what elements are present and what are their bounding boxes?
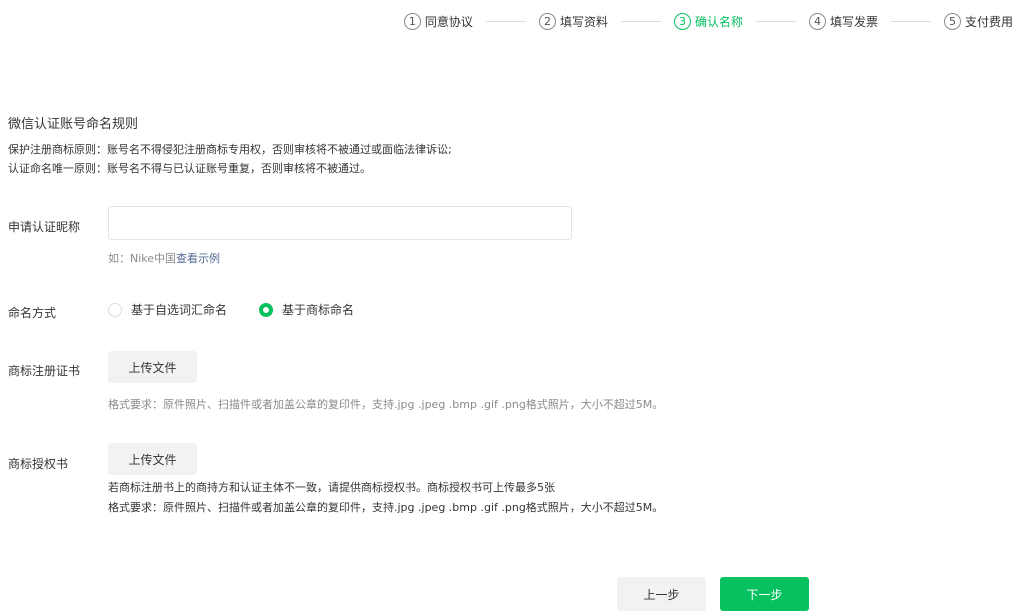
radio-unchecked-icon[interactable] (108, 302, 122, 317)
radio-custom-vocabulary[interactable]: 基于自选词汇命名 (108, 301, 227, 318)
step-divider (890, 21, 931, 22)
step-5: 5 支付费用 (943, 13, 1013, 30)
radio-trademark[interactable]: 基于商标命名 (259, 301, 354, 318)
nickname-input[interactable] (108, 206, 572, 240)
step-1-number: 1 (403, 13, 421, 30)
trademark-auth-note: 若商标注册书上的商持方和认证主体不一致，请提供商标授权书。商标授权书可上传最多5… (108, 481, 555, 494)
step-divider (755, 21, 796, 22)
trademark-cert-label: 商标注册证书 (8, 364, 81, 378)
view-example-link[interactable]: 查看示例 (176, 252, 220, 265)
step-4: 4 填写发票 (808, 13, 878, 30)
next-step-button[interactable]: 下一步 (720, 577, 809, 611)
step-3-current: 3 确认名称 (673, 13, 743, 30)
trademark-auth-format-hint: 格式要求：原件照片、扫描件或者加盖公章的复印件，支持.jpg .jpeg .bm… (108, 501, 664, 514)
step-5-label: 支付费用 (964, 15, 1013, 29)
step-1-label: 同意协议 (424, 15, 473, 29)
page: 1 同意协议 2 填写资料 3 确认名称 4 填写发票 5 支付费用 微信认证账… (0, 0, 1017, 616)
trademark-auth-upload-button[interactable]: 上传文件 (108, 443, 197, 475)
radio-custom-vocabulary-label: 基于自选词汇命名 (131, 303, 228, 317)
step-4-number: 4 (808, 13, 826, 30)
trademark-cert-upload-button[interactable]: 上传文件 (108, 351, 197, 383)
trademark-cert-format-hint: 格式要求：原件照片、扫描件或者加盖公章的复印件，支持.jpg .jpeg .bm… (108, 398, 664, 411)
step-2-label: 填写资料 (559, 15, 608, 29)
step-2: 2 填写资料 (538, 13, 608, 30)
step-3-label: 确认名称 (694, 15, 743, 29)
naming-rules-title: 微信认证账号命名规则 (8, 117, 139, 132)
step-divider (485, 21, 526, 22)
nickname-hint: 如：Nike中国查看示例 (108, 250, 220, 266)
nickname-label: 申请认证昵称 (8, 220, 81, 234)
step-4-label: 填写发票 (829, 15, 878, 29)
step-2-number: 2 (538, 13, 556, 30)
step-3-number: 3 (673, 13, 691, 30)
naming-method-label: 命名方式 (8, 306, 57, 320)
radio-checked-icon[interactable] (259, 302, 274, 317)
previous-step-button[interactable]: 上一步 (617, 577, 706, 611)
trademark-auth-label: 商标授权书 (8, 457, 69, 471)
trademark-rule-text: 保护注册商标原则：账号名不得侵犯注册商标专用权，否则审核将不被通过或面临法律诉讼… (8, 143, 452, 156)
step-1: 1 同意协议 (403, 13, 473, 30)
step-divider (620, 21, 661, 22)
nickname-hint-example: 如：Nike中国 (108, 252, 177, 265)
step-progress: 1 同意协议 2 填写资料 3 确认名称 4 填写发票 5 支付费用 (403, 13, 1013, 30)
radio-trademark-label: 基于商标命名 (282, 303, 355, 317)
naming-method-radio-group: 基于自选词汇命名 基于商标命名 (108, 301, 386, 318)
unique-name-rule-text: 认证命名唯一原则：账号名不得与已认证账号重复，否则审核将不被通过。 (8, 162, 371, 175)
step-5-number: 5 (943, 13, 961, 30)
